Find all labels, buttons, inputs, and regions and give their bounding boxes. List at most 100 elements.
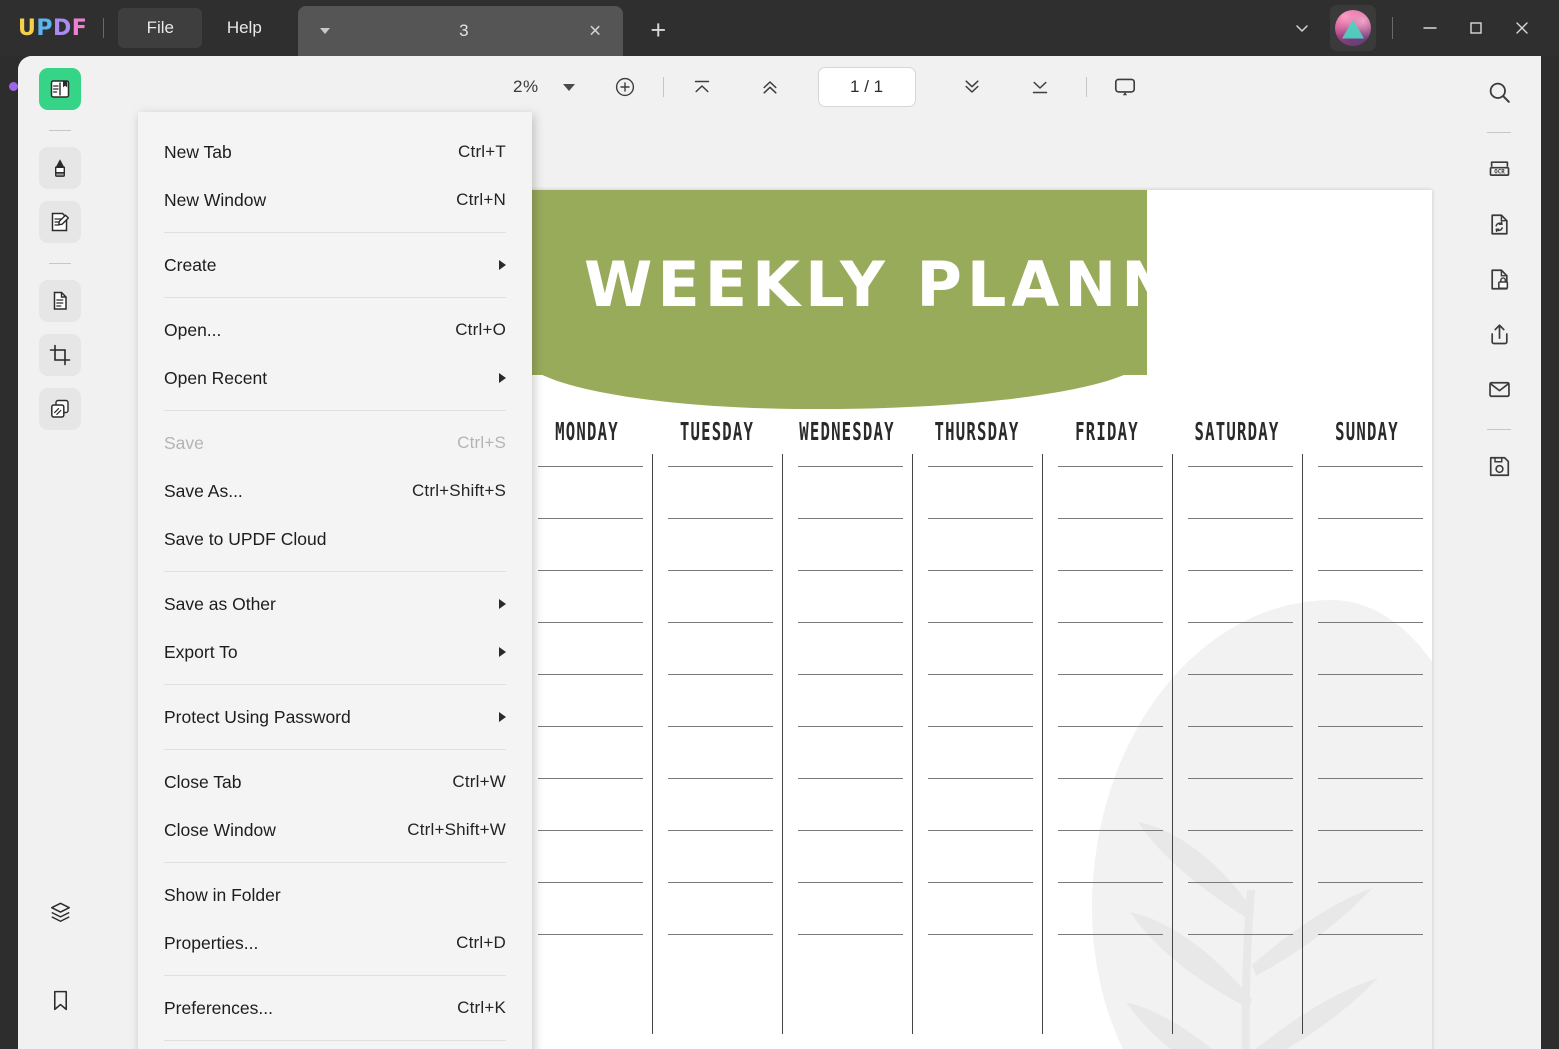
sidebar-item-crop-page[interactable] <box>39 334 81 376</box>
sidebar-item-reader[interactable] <box>39 68 81 110</box>
email-icon[interactable] <box>1477 367 1521 411</box>
menu-item-properties[interactable]: Properties... Ctrl+D <box>138 919 532 967</box>
menu-item-close-window[interactable]: Close Window Ctrl+Shift+W <box>138 806 532 854</box>
file-dropdown-menu[interactable]: New Tab Ctrl+T New Window Ctrl+N Create Open.… <box>138 112 532 1049</box>
write-line <box>798 830 903 831</box>
first-page-button[interactable] <box>682 67 722 107</box>
write-line <box>1318 518 1423 519</box>
sidebar-item-organize-pages[interactable] <box>39 280 81 322</box>
write-line <box>1188 726 1293 727</box>
menu-item-shortcut: Ctrl+D <box>456 933 506 952</box>
tab-close-icon[interactable]: × <box>589 21 601 42</box>
day-label: THURSDAY <box>934 418 1020 447</box>
menu-item-save-as-other[interactable]: Save as Other <box>138 580 532 628</box>
menu-separator <box>164 571 506 572</box>
convert-icon[interactable] <box>1477 202 1521 246</box>
day-column: TUESDAY <box>652 418 782 1034</box>
write-line <box>1188 518 1293 519</box>
write-line <box>1058 622 1163 623</box>
write-line <box>1058 674 1163 675</box>
sidebar-item-annotate[interactable] <box>39 147 81 189</box>
main-panel: 2% 1 / 1 WEEKLY PLANNER MONDAY TUESDAY W… <box>18 56 1541 1049</box>
previous-page-button[interactable] <box>750 67 790 107</box>
menu-item-new-tab[interactable]: New Tab Ctrl+T <box>138 128 532 176</box>
write-line <box>538 518 643 519</box>
file-menu-button[interactable]: File <box>118 8 203 48</box>
sidebar-item-edit-pdf[interactable] <box>39 201 81 243</box>
menu-separator <box>164 232 506 233</box>
write-line <box>928 466 1033 467</box>
document-tab[interactable]: 3 × <box>298 6 624 56</box>
write-line <box>668 934 773 935</box>
page-indicator[interactable]: 1 / 1 <box>817 67 916 107</box>
menu-item-open[interactable]: Open... Ctrl+O <box>138 306 532 354</box>
day-column-divider <box>1302 454 1303 1034</box>
menu-item-save-as[interactable]: Save As... Ctrl+Shift+S <box>138 467 532 515</box>
write-line <box>1318 778 1423 779</box>
write-line <box>668 882 773 883</box>
write-line <box>928 570 1033 571</box>
avatar-triangle-icon <box>1342 19 1364 39</box>
search-icon[interactable] <box>1477 70 1521 114</box>
day-column: MONDAY <box>522 418 652 986</box>
sidebar-item-convert-pdf[interactable] <box>39 388 81 430</box>
write-line <box>1188 466 1293 467</box>
menu-item-save-to-updf-cloud[interactable]: Save to UPDF Cloud <box>138 515 532 563</box>
write-line <box>668 726 773 727</box>
write-line <box>1188 934 1293 935</box>
logo-letter-1: P <box>36 15 53 41</box>
day-write-lines <box>782 466 912 935</box>
ocr-icon[interactable]: OCR <box>1477 147 1521 191</box>
last-page-button[interactable] <box>1020 67 1060 107</box>
sidebar-item-layers[interactable] <box>39 891 81 933</box>
menu-item-create[interactable]: Create <box>138 241 532 289</box>
menu-item-close-tab[interactable]: Close Tab Ctrl+W <box>138 758 532 806</box>
chevron-down-icon[interactable] <box>1280 6 1324 50</box>
write-line <box>1058 518 1163 519</box>
menu-item-preferences[interactable]: Preferences... Ctrl+K <box>138 984 532 1032</box>
menu-item-label: Protect Using Password <box>164 706 351 727</box>
day-column: THURSDAY <box>912 418 1042 1034</box>
avatar[interactable] <box>1330 5 1376 51</box>
close-window-button[interactable] <box>1499 0 1545 56</box>
menu-separator <box>164 862 506 863</box>
maximize-button[interactable] <box>1453 0 1499 56</box>
write-line <box>538 726 643 727</box>
zoom-dropdown-caret-icon[interactable] <box>562 83 575 91</box>
day-column: WEDNESDAY <box>782 418 912 1034</box>
day-label: FRIDAY <box>1075 418 1139 447</box>
days-grid: MONDAY TUESDAY WEDNESDAY THURSDAY FRIDAY SATU… <box>522 418 1432 1034</box>
write-line <box>668 674 773 675</box>
menu-item-export-to[interactable]: Export To <box>138 628 532 676</box>
day-write-lines <box>652 466 782 935</box>
next-page-button[interactable] <box>952 67 992 107</box>
menu-item-label: Save <box>164 432 204 453</box>
write-line <box>668 830 773 831</box>
share-icon[interactable] <box>1477 312 1521 356</box>
day-column-divider <box>1042 454 1043 1034</box>
sidebar-item-bookmark[interactable] <box>39 979 81 1021</box>
menu-item-protect-using-password[interactable]: Protect Using Password <box>138 693 532 741</box>
zoom-in-button[interactable] <box>605 67 645 107</box>
menu-separator <box>164 684 506 685</box>
submenu-arrow-icon <box>499 647 506 657</box>
menu-item-label: Properties... <box>164 932 259 953</box>
minimize-button[interactable] <box>1407 0 1453 56</box>
save-icon[interactable] <box>1477 444 1521 488</box>
presentation-mode-button[interactable] <box>1105 67 1145 107</box>
menu-item-show-in-folder[interactable]: Show in Folder <box>138 871 532 919</box>
protect-icon[interactable] <box>1477 257 1521 301</box>
day-write-lines <box>1042 466 1172 935</box>
write-line <box>798 570 903 571</box>
tab-dropdown-caret-icon[interactable] <box>320 28 331 34</box>
menu-item-open-recent[interactable]: Open Recent <box>138 354 532 402</box>
logo-letter-2: D <box>53 15 72 41</box>
page-title: WEEKLY PLANNER <box>584 248 1279 321</box>
menu-separator <box>164 975 506 976</box>
menu-item-new-window[interactable]: New Window Ctrl+N <box>138 176 532 224</box>
new-tab-button[interactable]: + <box>635 7 681 53</box>
write-line <box>538 934 643 935</box>
day-column-divider <box>1172 454 1173 1034</box>
help-menu-button[interactable]: Help <box>202 8 286 48</box>
rail-divider-2 <box>49 263 71 264</box>
